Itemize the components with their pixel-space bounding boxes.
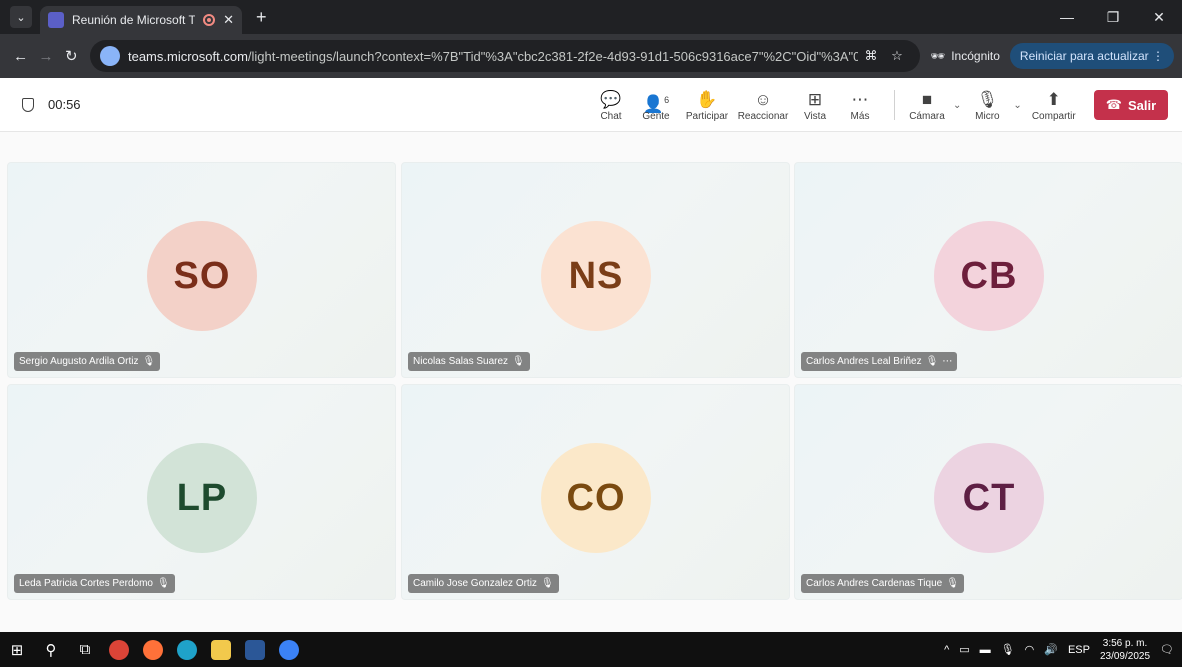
participant-tile[interactable]: CT Carlos Andres Cardenas Tique 🎙 (794, 384, 1182, 600)
restore-icon[interactable]: ❐ (1090, 9, 1136, 26)
wifi-icon[interactable]: ◠ (1025, 643, 1035, 656)
url-text[interactable]: teams.microsoft.com/light-meetings/launc… (128, 49, 858, 64)
mic-button[interactable]: 🎙 Micro (967, 78, 1007, 132)
incognito-label: Incógnito (951, 49, 1000, 63)
camera-button[interactable]: ■ Cámara (907, 78, 947, 132)
people-button[interactable]: 👤6 Gente (632, 78, 680, 132)
elapsed-time: 00:56 (48, 97, 81, 112)
more-button[interactable]: ⋯ Más (838, 78, 882, 132)
more-dots-icon: ⋯ (851, 89, 869, 109)
avatar: LP (147, 443, 257, 553)
meeting-control-bar: 00:56 💬 Chat 👤6 Gente ✋ Participar ☺ Rea… (0, 78, 1182, 132)
share-button[interactable]: ⬆ Compartir (1028, 78, 1080, 132)
incognito-indicator[interactable]: 🕶 Incógnito (930, 49, 1000, 63)
separator (894, 90, 895, 120)
language-indicator[interactable]: ESP (1068, 644, 1090, 656)
mic-options-chevron-icon[interactable]: ⌄ (1013, 100, 1021, 111)
tab-close-icon[interactable]: ✕ (223, 12, 234, 28)
participant-nameplate: Sergio Augusto Ardila Ortiz 🎙 (14, 352, 161, 371)
participant-tile[interactable]: LP Leda Patricia Cortes Perdomo 🎙 (7, 384, 396, 600)
teams-favicon-icon (48, 12, 64, 28)
share-screen-icon: ⬆ (1046, 89, 1061, 109)
view-button[interactable]: ⊞ Vista (792, 78, 838, 132)
microphone-tray-icon[interactable]: 🎙 (1001, 643, 1015, 656)
new-tab-button[interactable]: + (256, 7, 267, 28)
task-view-icon[interactable]: ⧉ (68, 632, 102, 667)
camera-off-icon: ■ (921, 89, 933, 109)
avatar: CT (934, 443, 1044, 553)
participant-nameplate: Carlos Andres Leal Briñez 🎙 ⋯ (801, 352, 958, 371)
people-icon: 👤6 (642, 94, 670, 114)
windows-start-icon[interactable]: ⊞ (0, 632, 34, 667)
avatar: SO (147, 221, 257, 331)
participant-tile[interactable]: NS Nicolas Salas Suarez 🎙 (401, 162, 790, 378)
participant-tile[interactable]: CB Carlos Andres Leal Briñez 🎙 ⋯ (794, 162, 1182, 378)
windows-taskbar: ⊞ ⚲ ⧉ ^ ▭ ▬ 🎙 ◠ 🔊 ESP 3:56 p. m. 23/09/2… (0, 632, 1182, 667)
translate-icon[interactable]: ⌘ (858, 48, 884, 64)
notifications-icon[interactable]: 🗨 (1160, 643, 1174, 656)
meeting-controls: 💬 Chat 👤6 Gente ✋ Participar ☺ Reacciona… (590, 78, 1169, 132)
shield-icon (22, 97, 34, 112)
system-tray: ^ ▭ ▬ 🎙 ◠ 🔊 ESP 3:56 p. m. 23/09/2025 🗨 (944, 637, 1182, 663)
phone-hangup-icon: ☎ (1105, 97, 1122, 112)
mic-muted-icon: 🎙 (156, 578, 170, 589)
smiley-icon: ☺ (754, 89, 772, 109)
network-icon[interactable]: ▭ (959, 643, 969, 656)
reload-icon[interactable]: ↻ (59, 47, 84, 65)
avatar: NS (541, 221, 651, 331)
participant-tile[interactable]: SO Sergio Augusto Ardila Ortiz 🎙 (7, 162, 396, 378)
window-controls: — ❐ ✕ (1044, 0, 1182, 34)
mic-muted-icon: 🎙 (946, 578, 959, 589)
avatar: CO (541, 443, 651, 553)
tab-title: Reunión de Microsoft Team (72, 13, 195, 27)
bookmark-star-icon[interactable]: ☆ (884, 48, 910, 64)
avatar: CB (934, 221, 1044, 331)
mic-muted-icon: 🎙 (142, 356, 156, 367)
chat-icon: 💬 (600, 89, 622, 109)
mic-muted-icon: 🎙 (512, 356, 525, 367)
participant-nameplate: Camilo Jose Gonzalez Ortiz 🎙 (408, 574, 559, 593)
minimize-icon[interactable]: — (1044, 9, 1090, 25)
search-icon[interactable]: ⚲ (34, 632, 68, 667)
address-bar[interactable]: teams.microsoft.com/light-meetings/launc… (89, 40, 920, 72)
browser-toolbar: ← → ↻ teams.microsoft.com/light-meetings… (0, 34, 1182, 78)
site-info-icon[interactable] (99, 46, 120, 66)
raise-hand-button[interactable]: ✋ Participar (680, 78, 734, 132)
tray-overflow-icon[interactable]: ^ (944, 644, 949, 656)
raise-hand-icon: ✋ (696, 89, 718, 109)
camera-options-chevron-icon[interactable]: ⌄ (953, 100, 961, 111)
word-icon[interactable] (238, 632, 272, 667)
browser-tab-strip: ⌄ Reunión de Microsoft Team ✕ + — ❐ ✕ (0, 0, 1182, 34)
browser-tab[interactable]: Reunión de Microsoft Team ✕ (40, 6, 242, 34)
volume-icon[interactable]: 🔊 (1044, 643, 1058, 656)
close-window-icon[interactable]: ✕ (1136, 9, 1182, 26)
clock[interactable]: 3:56 p. m. 23/09/2025 (1100, 637, 1150, 663)
meeting-timer: 00:56 (22, 97, 81, 112)
incognito-icon: 🕶 (929, 49, 946, 63)
forward-icon[interactable]: → (33, 48, 58, 65)
mic-muted-icon: 🎙 (540, 578, 554, 589)
chrome-icon[interactable] (102, 632, 136, 667)
video-grid: SO Sergio Augusto Ardila Ortiz 🎙 NS Nicol… (0, 132, 1182, 632)
leave-button[interactable]: ☎ Salir (1093, 90, 1169, 120)
mic-muted-icon: 🎙 (925, 356, 939, 367)
recording-indicator-icon (203, 14, 216, 26)
participant-nameplate: Leda Patricia Cortes Perdomo 🎙 (14, 574, 175, 593)
grid-view-icon: ⊞ (807, 89, 823, 109)
chat-button[interactable]: 💬 Chat (590, 78, 632, 132)
battery-icon[interactable]: ▬ (980, 644, 991, 656)
react-button[interactable]: ☺ Reaccionar (734, 78, 792, 132)
update-button[interactable]: Reiniciar para actualizar ⋮ (1009, 43, 1174, 69)
file-explorer-icon[interactable] (204, 632, 238, 667)
tab-search-chevron-icon[interactable]: ⌄ (10, 6, 32, 28)
more-options-icon[interactable]: ⋯ (942, 356, 952, 367)
app-icon[interactable] (272, 632, 306, 667)
participant-nameplate: Carlos Andres Cardenas Tique 🎙 (801, 574, 964, 593)
edge-icon[interactable] (170, 632, 204, 667)
back-icon[interactable]: ← (8, 48, 33, 65)
firefox-icon[interactable] (136, 632, 170, 667)
participant-nameplate: Nicolas Salas Suarez 🎙 (408, 352, 530, 371)
mic-off-icon: 🎙 (976, 89, 999, 109)
participant-tile[interactable]: CO Camilo Jose Gonzalez Ortiz 🎙 (401, 384, 790, 600)
